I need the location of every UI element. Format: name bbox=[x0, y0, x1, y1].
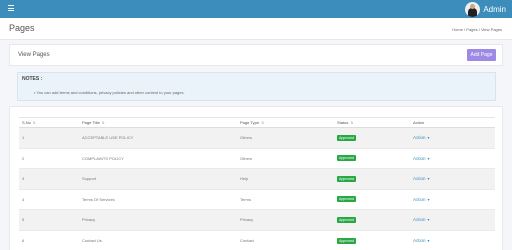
user-name: Admin bbox=[483, 4, 506, 14]
cell-type: Help bbox=[237, 168, 334, 189]
table-row: 3 Support Help Approved Action ▼ bbox=[19, 168, 495, 189]
column-header-status[interactable]: Status ⇅ bbox=[334, 117, 410, 128]
table-row: 5 Privacy Privacy Approved Action ▼ bbox=[19, 209, 495, 230]
action-dropdown[interactable]: Action ▼ bbox=[413, 217, 430, 222]
action-dropdown[interactable]: Action ▼ bbox=[413, 135, 430, 140]
cell-sno: 1 bbox=[19, 127, 79, 148]
cell-title: Privacy bbox=[79, 209, 237, 230]
cell-title: COMPLAINTS POLICY bbox=[79, 147, 237, 169]
cell-type: Contact bbox=[237, 229, 334, 250]
sort-icon: ⇅ bbox=[350, 121, 354, 125]
table-row: 4 Terms Of Services Terms Approved Actio… bbox=[19, 188, 495, 210]
action-dropdown[interactable]: Action ▼ bbox=[413, 197, 430, 202]
pages-table: S.No ⇅ Page Title ⇅ Page Type ⇅ Status ⇅ Act… bbox=[19, 117, 495, 250]
view-pages-card: View Pages Add Page bbox=[9, 44, 503, 66]
table-row: 6 Contact Us Contact Approved Action ▼ bbox=[19, 229, 495, 250]
sort-icon: ⇅ bbox=[101, 121, 105, 125]
cell-title: ACCEPTABLE USE POLICY bbox=[79, 127, 237, 148]
caret-down-icon: ▼ bbox=[426, 156, 431, 161]
action-dropdown[interactable]: Action ▼ bbox=[413, 238, 430, 243]
cell-sno: 2 bbox=[19, 147, 79, 169]
cell-type: Others bbox=[237, 127, 334, 148]
sort-icon: ⇅ bbox=[261, 121, 264, 125]
notes-box: NOTES : • You can add terms and conditio… bbox=[17, 72, 496, 101]
status-badge: Approved bbox=[337, 196, 356, 203]
cell-sno: 3 bbox=[19, 168, 79, 189]
column-header-type[interactable]: Page Type ⇅ bbox=[237, 117, 334, 128]
cell-title: Terms Of Services bbox=[79, 188, 237, 210]
caret-down-icon: ▼ bbox=[426, 177, 431, 182]
caret-down-icon: ▼ bbox=[426, 136, 431, 141]
caret-down-icon: ▼ bbox=[426, 239, 431, 243]
status-badge: Approved bbox=[337, 134, 356, 141]
status-badge: Approved bbox=[337, 175, 356, 182]
caret-down-icon: ▼ bbox=[426, 197, 431, 202]
action-dropdown[interactable]: Action ▼ bbox=[413, 156, 430, 161]
pages-table-card: S.No ⇅ Page Title ⇅ Page Type ⇅ Status ⇅ Act… bbox=[9, 106, 503, 250]
action-dropdown[interactable]: Action ▼ bbox=[413, 176, 430, 181]
page-title: Pages bbox=[9, 23, 35, 33]
top-navbar: Admin bbox=[0, 0, 512, 18]
sort-icon: ⇅ bbox=[32, 121, 36, 125]
notes-title: NOTES : bbox=[22, 76, 43, 82]
status-badge: Approved bbox=[337, 155, 356, 162]
cell-type: Others bbox=[237, 147, 334, 169]
table-row: 2 COMPLAINTS POLICY Others Approved Acti… bbox=[19, 147, 495, 169]
cell-title: Contact Us bbox=[79, 229, 237, 250]
cell-sno: 4 bbox=[19, 188, 79, 210]
column-header-title[interactable]: Page Title ⇅ bbox=[79, 117, 237, 128]
table-row: 1 ACCEPTABLE USE POLICY Others Approved … bbox=[19, 127, 495, 148]
caret-down-icon: ▼ bbox=[426, 218, 431, 223]
user-menu[interactable]: Admin bbox=[465, 1, 506, 17]
status-badge: Approved bbox=[337, 216, 356, 223]
cell-type: Terms bbox=[237, 188, 334, 210]
avatar bbox=[465, 1, 481, 17]
hamburger-menu-icon[interactable] bbox=[8, 5, 14, 11]
breadcrumb[interactable]: Home / Pages / View Pages bbox=[452, 27, 502, 32]
cell-type: Privacy bbox=[237, 209, 334, 230]
column-header-action: Action bbox=[410, 117, 495, 128]
add-page-button[interactable]: Add Page bbox=[467, 49, 496, 61]
status-badge: Approved bbox=[337, 237, 356, 244]
card-title: View Pages bbox=[18, 52, 50, 58]
cell-title: Support bbox=[79, 168, 237, 189]
cell-sno: 5 bbox=[19, 209, 79, 230]
column-header-sno[interactable]: S.No ⇅ bbox=[19, 117, 79, 128]
notes-text: • You can add terms and conditions, priv… bbox=[34, 90, 185, 95]
cell-sno: 6 bbox=[19, 229, 79, 250]
content-header: Pages Home / Pages / View Pages bbox=[0, 18, 512, 40]
